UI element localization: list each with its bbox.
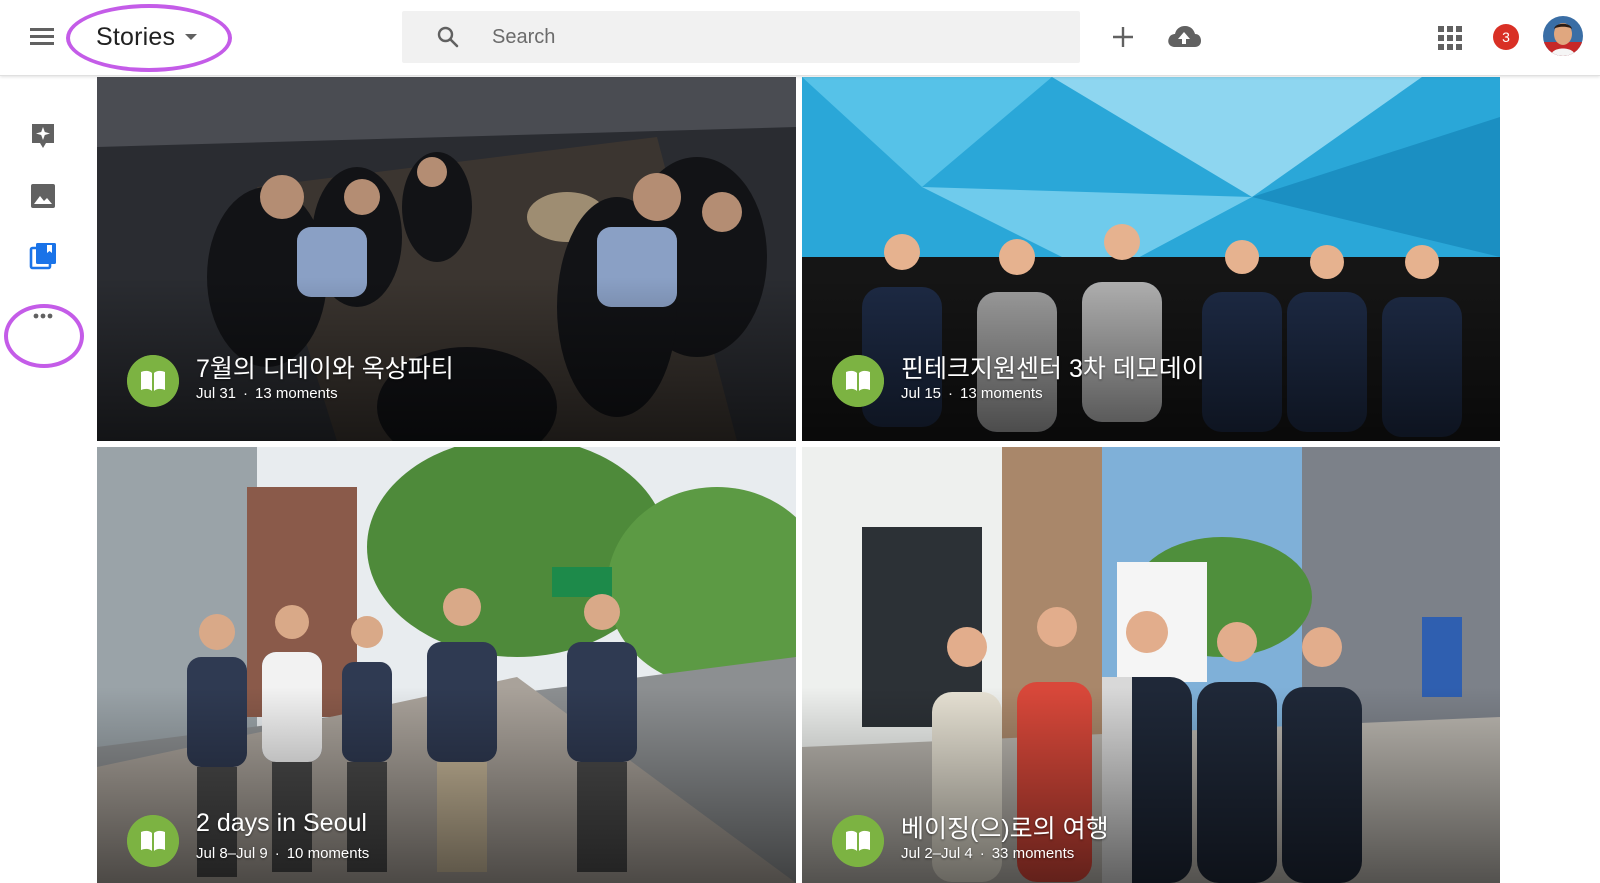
albums-icon[interactable] xyxy=(28,241,58,271)
notification-badge[interactable]: 3 xyxy=(1493,24,1519,50)
story-card[interactable]: 7월의 디데이와 옥상파티 Jul 31 · 13 moments xyxy=(97,77,796,441)
story-book-icon xyxy=(832,815,884,867)
story-moments: 10 moments xyxy=(286,845,370,862)
story-title: 베이징(으)로의 여행 xyxy=(901,815,1109,843)
story-date: Jul 2–Jul 4 xyxy=(901,845,973,862)
story-meta: Jul 2–Jul 4 · 33 moments xyxy=(901,845,1075,862)
app-header: Stories 3 xyxy=(0,0,1600,76)
avatar[interactable] xyxy=(1543,16,1583,56)
story-card[interactable]: 2 days in Seoul Jul 8–Jul 9 · 10 moments xyxy=(97,447,796,883)
story-card[interactable]: 베이징(으)로의 여행 Jul 2–Jul 4 · 33 moments xyxy=(802,447,1500,883)
caret-down-icon xyxy=(185,34,198,40)
story-book-icon xyxy=(127,815,179,867)
cloud-upload-icon[interactable] xyxy=(1166,22,1202,52)
story-moments: 13 moments xyxy=(255,385,338,402)
left-nav-rail xyxy=(0,77,96,883)
section-dropdown[interactable]: Stories xyxy=(96,20,198,54)
story-card[interactable]: 핀테크지원센터 3차 데모데이 Jul 15 · 13 moments xyxy=(802,77,1500,441)
story-title: 7월의 디데이와 옥상파티 xyxy=(196,355,454,383)
apps-grid-icon[interactable] xyxy=(1436,24,1464,52)
story-book-icon xyxy=(832,355,884,407)
story-title: 핀테크지원센터 3차 데모데이 xyxy=(901,355,1205,383)
story-date: Jul 15 xyxy=(901,385,942,402)
story-moments: 13 moments xyxy=(960,385,1043,402)
story-meta: Jul 8–Jul 9 · 10 moments xyxy=(196,845,370,862)
story-title: 2 days in Seoul xyxy=(196,809,367,837)
search-input[interactable] xyxy=(492,23,1052,51)
hamburger-menu-icon[interactable] xyxy=(26,22,58,54)
search-icon[interactable] xyxy=(436,25,460,49)
assistant-sparkle-icon[interactable] xyxy=(28,121,58,151)
story-meta: Jul 31 · 13 moments xyxy=(196,385,338,402)
search-bar[interactable] xyxy=(402,11,1080,63)
story-moments: 33 moments xyxy=(991,845,1075,862)
story-book-icon xyxy=(127,355,179,407)
plus-icon[interactable] xyxy=(1108,22,1138,52)
page-title: Stories xyxy=(96,22,176,51)
image-icon[interactable] xyxy=(28,181,58,211)
story-date: Jul 31 xyxy=(196,385,237,402)
story-meta: Jul 15 · 13 moments xyxy=(901,385,1043,402)
story-date: Jul 8–Jul 9 xyxy=(196,845,268,862)
more-horiz-icon[interactable] xyxy=(28,301,58,331)
